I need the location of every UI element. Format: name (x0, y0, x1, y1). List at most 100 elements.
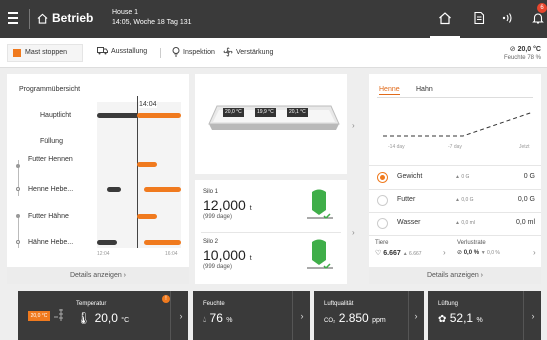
silo-icon (307, 189, 333, 220)
tile-title: Luftqualität (324, 301, 354, 307)
bar-scheduled (144, 187, 181, 192)
details-link[interactable]: Details anzeigen › (7, 267, 189, 284)
divider (369, 235, 541, 236)
divider (369, 212, 541, 213)
document-icon[interactable] (472, 11, 486, 25)
tile-value: 💧︎ 76 % (203, 311, 233, 325)
divider (523, 291, 524, 340)
chevron-right-icon[interactable]: › (352, 228, 355, 237)
temp-badge: 20,0 °C (28, 311, 50, 321)
tile-value: 🌡︎ 20,0 °C (76, 311, 130, 325)
ventilation-tile[interactable]: Lüftung ✿ 52,1 % › (428, 291, 541, 340)
radio-selected[interactable] (377, 172, 388, 183)
x-label: Jetzt (519, 144, 530, 150)
bar-past (107, 187, 121, 192)
loss-value: ⊘ 0,0 % ▼ 0,0 % (457, 250, 500, 256)
measure-row-water[interactable]: Wasser ▲ 0,0 ml 0,0 ml (369, 214, 545, 234)
signal-icon[interactable] (501, 11, 515, 25)
silo-days: (999 dage) (203, 264, 233, 270)
animals-label: Tiere (375, 240, 389, 246)
silo-value: 10,000 t (203, 247, 252, 263)
warning-badge: ! (162, 295, 170, 303)
air-quality-tile[interactable]: Luftqualität CO₂ 2.850 ppm › (314, 291, 424, 340)
row-label: Hähne Hebe... (28, 239, 74, 246)
timeline-area (97, 102, 181, 248)
divider (369, 189, 541, 190)
action-bar: Mast stoppen Ausstallung Inspektion Vers… (0, 38, 547, 68)
bar-scheduled (137, 214, 157, 219)
inspection-button[interactable]: Inspektion (172, 47, 215, 57)
axis-end: 16:04 (165, 251, 178, 257)
group-dot (16, 240, 20, 244)
stop-fattening-button[interactable]: Mast stoppen (7, 44, 83, 62)
program-overview-card: Programmübersicht 14:04 Hauptlicht Füllu… (7, 74, 189, 284)
climate-readout: ⊘ 20,0 °C Feuchte 78 % (504, 45, 541, 63)
measure-row-feed[interactable]: Futter ▲ 0,0 G 0,0 G (369, 191, 545, 211)
bell-icon[interactable] (531, 11, 545, 25)
silo-card[interactable]: Silo 1 12,000 t (999 dage) Silo 2 10,000… (195, 180, 347, 284)
silo-value: 12,000 t (203, 197, 252, 213)
notification-badge: 6 (537, 3, 547, 13)
temperature-tile[interactable]: 20,0 °C Temperatur 🌡︎ 20,0 °C ! › (18, 291, 188, 340)
tile-value: ✿ 52,1 % (438, 311, 483, 325)
bar-scheduled (137, 162, 157, 167)
tile-title: Temperatur (76, 301, 107, 307)
tab-hahn[interactable]: Hahn (416, 86, 433, 93)
temp-value: 20,0 °C (517, 46, 541, 53)
radio[interactable] (377, 218, 388, 229)
row-label: Futter Hähne (28, 213, 69, 220)
x-label: -7 day (448, 144, 462, 150)
bar-scheduled (144, 240, 181, 245)
fan-icon (223, 47, 233, 57)
silo-label: Silo 2 (203, 239, 219, 245)
tab-henne[interactable]: Henne (379, 86, 400, 95)
now-label: 14:04 (139, 101, 157, 108)
x-label: -14 day (388, 144, 405, 150)
details-link[interactable]: Details anzeigen › (369, 267, 541, 284)
boost-button[interactable]: Verstärkung (223, 47, 273, 57)
animal-stats-card: Henne Hahn -14 day -7 day Jetzt Gewicht … (369, 74, 541, 284)
axis-start: 12:04 (97, 251, 110, 257)
thermometer-icon: ⊘ (509, 46, 518, 53)
group-dot (16, 164, 20, 168)
tile-title: Feuchte (203, 301, 225, 307)
silo-icon (307, 239, 333, 270)
divider (170, 291, 171, 340)
row-label: Füllung (40, 138, 63, 145)
measure-row-weight[interactable]: Gewicht ▲ 0 G 0 G (369, 168, 545, 188)
divider (29, 9, 30, 29)
stop-label: Mast stoppen (25, 49, 68, 56)
row-label: Futter Hennen (28, 156, 73, 163)
drops-icon: 💧︎ (203, 315, 207, 324)
divider (292, 291, 293, 340)
chevron-right-icon[interactable]: › (443, 248, 446, 257)
page-title: Betrieb (52, 11, 94, 25)
house-icon (37, 13, 48, 24)
chevron-right-icon[interactable]: › (173, 308, 189, 324)
stable-out-button[interactable]: Ausstallung (97, 47, 147, 55)
row-label: Hauptlicht (40, 112, 72, 119)
group-dot (16, 214, 20, 218)
radio[interactable] (377, 195, 388, 206)
silo-days: (999 dage) (203, 214, 233, 220)
chevron-right-icon[interactable]: › (408, 308, 424, 324)
humidity-tile[interactable]: Feuchte 💧︎ 76 % › (193, 291, 310, 340)
chevron-right-icon[interactable]: › (525, 308, 541, 324)
chevron-right-icon[interactable]: › (294, 308, 310, 324)
divider (369, 165, 541, 166)
house-nav-icon[interactable] (438, 11, 452, 25)
divider (201, 232, 341, 233)
chevron-right-icon[interactable]: › (352, 121, 355, 130)
tile-title: Lüftung (438, 301, 459, 307)
now-line (137, 96, 138, 248)
chevron-right-icon[interactable]: › (533, 248, 536, 257)
menu-icon[interactable] (8, 12, 18, 24)
tray-card[interactable]: 20,0 °C 19,9 °C 20,1 °C (195, 74, 347, 174)
bar-past (97, 240, 117, 245)
top-bar: Betrieb House 1 14:05, Woche 18 Tag 131 … (0, 0, 547, 38)
separator (160, 48, 161, 58)
humidity-value: Feuchte 78 % (503, 55, 541, 61)
animals-value: ♡ 6.667 ▲ 6.667 (375, 250, 422, 257)
silo-label: Silo 1 (203, 189, 219, 195)
trend-chart (383, 111, 533, 137)
